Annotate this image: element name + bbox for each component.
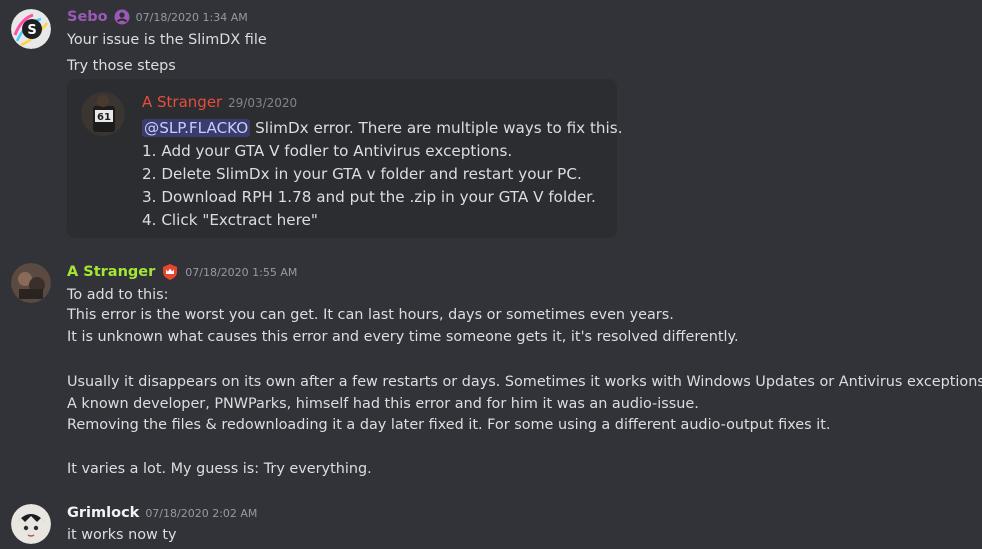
avatar-grimlock[interactable]: [11, 504, 51, 544]
message-line: To add to this:: [67, 287, 169, 303]
quote-line: @SLP.FLACKO SlimDx error. There are mult…: [142, 117, 623, 140]
message-line: Removing the files & redownloading it a …: [67, 417, 831, 433]
quote-line: 3. Download RPH 1.78 and put the .zip in…: [142, 188, 596, 206]
quoted-message-image[interactable]: 61 A Stranger 29/03/2020 @SLP.FLACKO Sli…: [67, 79, 623, 238]
shield-crown-icon: [161, 263, 179, 281]
timestamp[interactable]: 07/18/2020 1:34 AM: [136, 11, 248, 24]
username-sebo[interactable]: Sebo: [67, 9, 108, 25]
avatar-sebo[interactable]: S: [11, 9, 51, 49]
timestamp[interactable]: 07/18/2020 2:02 AM: [145, 507, 257, 520]
avatar-a-stranger[interactable]: [11, 263, 51, 303]
message-line: It varies a lot. My guess is: Try everyt…: [67, 461, 372, 477]
quote-author-name: A Stranger: [142, 93, 223, 111]
quote-line-text: SlimDx error. There are multiple ways to…: [250, 119, 623, 137]
user-role-icon: [114, 9, 130, 25]
quote-line: 2. Delete SlimDx in your GTA v folder an…: [142, 165, 582, 183]
message-line: Try those steps: [67, 58, 176, 74]
user-mention[interactable]: @SLP.FLACKO: [142, 119, 251, 137]
quote-line: 1. Add your GTA V fodler to Antivirus ex…: [142, 142, 513, 160]
timestamp[interactable]: 07/18/2020 1:55 AM: [185, 266, 297, 279]
message-line: Your issue is the SlimDX file: [67, 32, 267, 48]
message-line: This error is the worst you can get. It …: [67, 307, 674, 323]
message-line: A known developer, PNWParks, himself had…: [67, 396, 699, 412]
message-line: It is unknown what causes this error and…: [67, 329, 739, 345]
avatar-quote-author: 61: [81, 92, 125, 136]
message-line: it works now ty: [67, 527, 177, 543]
quote-line: 4. Click "Exctract here": [142, 211, 318, 229]
svg-text:61: 61: [97, 112, 111, 123]
quote-date: 29/03/2020: [228, 96, 298, 110]
svg-text:S: S: [27, 23, 36, 38]
username-grimlock[interactable]: Grimlock: [67, 505, 139, 521]
username-a-stranger[interactable]: A Stranger: [67, 264, 155, 280]
message-line: Usually it disappears on its own after a…: [67, 374, 982, 390]
